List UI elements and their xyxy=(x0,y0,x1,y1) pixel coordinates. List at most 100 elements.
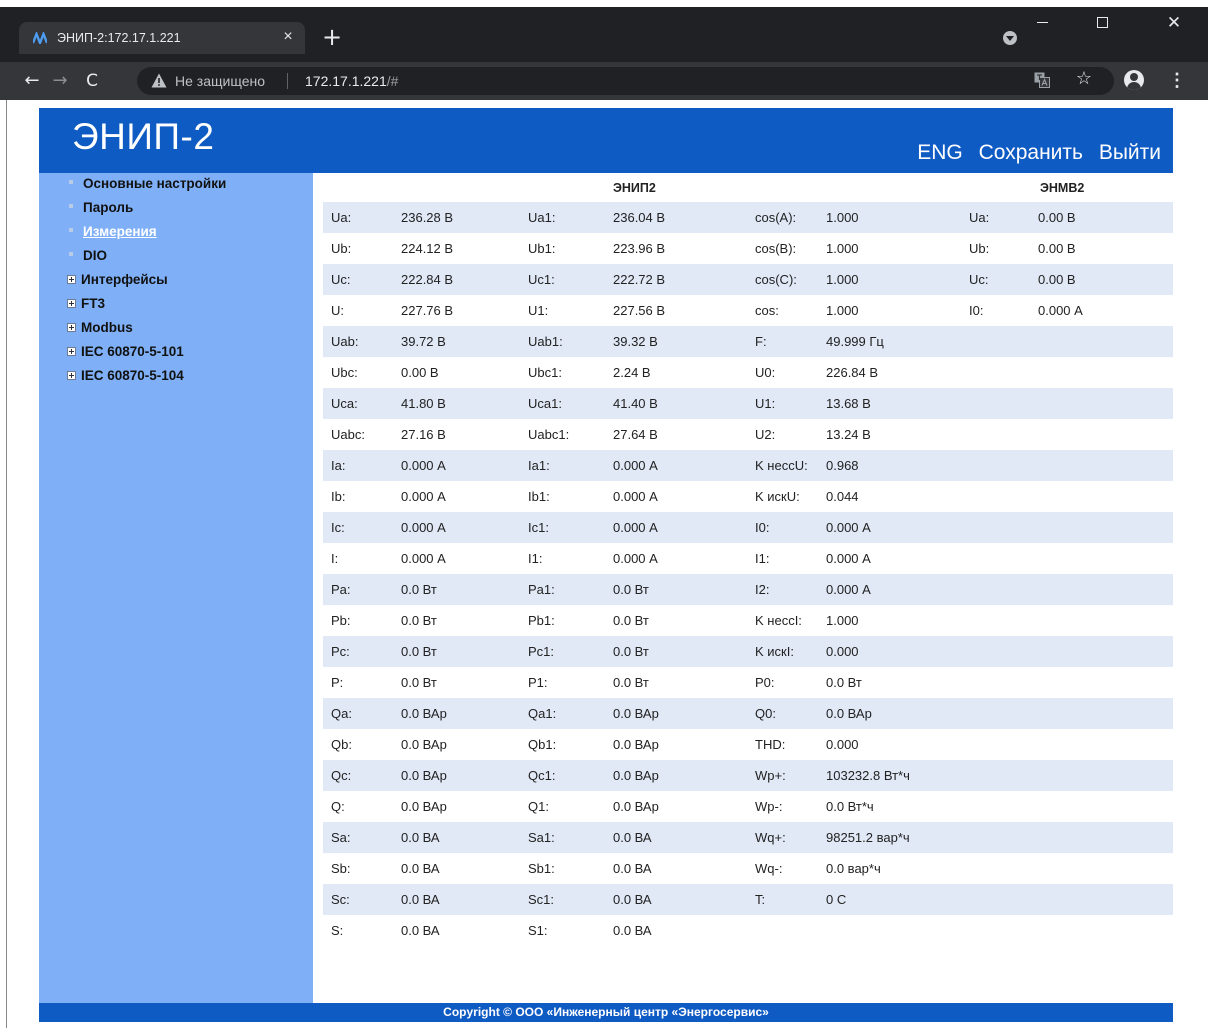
translate-icon[interactable] xyxy=(1034,72,1050,88)
param-value: 0.000 А xyxy=(826,551,871,566)
param-value: 0.0 ВА xyxy=(613,923,652,938)
table-row: Ib: 0.000 А Ib1: 0.000 А K искU: 0.044 xyxy=(323,481,1173,512)
param-label: Qa1: xyxy=(528,706,557,721)
param-value: 0.968 xyxy=(826,458,859,473)
browser-tab[interactable]: ЭНИП-2:172.17.1.221 × xyxy=(19,22,305,54)
table-row: Pa: 0.0 Вт Pa1: 0.0 Вт I2: 0.000 А xyxy=(323,574,1173,605)
address-bar[interactable]: Не защищено 172.17.1.221/# xyxy=(137,67,1114,95)
param-value: 0.00 В xyxy=(1038,210,1076,225)
param-label: Uab: xyxy=(331,334,359,349)
param-label: cos: xyxy=(755,303,779,318)
lang-eng-link[interactable]: ENG xyxy=(917,141,963,164)
back-arrow-icon[interactable]: ← xyxy=(20,69,44,93)
param-value: 0.000 А xyxy=(401,489,446,504)
bullet-icon xyxy=(69,180,73,185)
param-value: 0.000 А xyxy=(613,458,658,473)
expand-plus-icon[interactable] xyxy=(67,275,76,284)
param-label: Ua: xyxy=(969,210,990,225)
param-value: 0.0 Вт xyxy=(401,613,437,628)
measurements-panel: ЭНИП2 ЭНМВ2 Ua: 236.28 В Ua1: 236.04 В cos(A… xyxy=(313,173,1173,1003)
browser-menu-icon[interactable]: ⋮ xyxy=(1168,70,1186,90)
param-label: I: xyxy=(331,551,339,566)
param-value: 227.56 В xyxy=(613,303,666,318)
sidebar-item-interfaces[interactable]: Интерфейсы xyxy=(67,272,168,287)
maximize-button[interactable] xyxy=(1080,10,1124,36)
profile-avatar-icon[interactable] xyxy=(1124,70,1144,90)
sidebar-item-measurements[interactable]: Измерения xyxy=(69,224,157,239)
param-value: 0.0 Вт xyxy=(613,613,649,628)
expand-plus-icon[interactable] xyxy=(67,347,76,356)
sidebar-item-modbus[interactable]: Modbus xyxy=(67,320,133,335)
param-label: Pc: xyxy=(331,644,350,659)
param-value: 0.00 В xyxy=(1038,272,1076,287)
sidebar-item-label: Основные настройки xyxy=(83,176,227,191)
table-row: Ub: 224.12 В Ub1: 223.96 В cos(B): 1.000 Ub: 0.… xyxy=(323,233,1173,264)
sidebar-item-iec-104[interactable]: IEC 60870-5-104 xyxy=(67,368,184,383)
sidebar-item-basic-settings[interactable]: Основные настройки xyxy=(69,176,226,191)
bullet-icon xyxy=(69,228,73,233)
param-value: 49.999 Гц xyxy=(826,334,884,349)
param-label: Sc1: xyxy=(528,892,555,907)
close-window-button[interactable]: ✕ xyxy=(1152,10,1196,36)
param-label: Sa: xyxy=(331,830,351,845)
logout-link[interactable]: Выйти xyxy=(1099,141,1161,164)
param-value: 0.000 А xyxy=(613,520,658,535)
param-label: Ia1: xyxy=(528,458,550,473)
param-label: Sb: xyxy=(331,861,351,876)
sidebar-item-label: Измерения xyxy=(83,224,157,239)
sidebar-item-label: IEC 60870-5-104 xyxy=(81,368,184,383)
table-row: Sc: 0.0 ВА Sc1: 0.0 ВА T: 0 C xyxy=(323,884,1173,915)
new-tab-button[interactable]: + xyxy=(322,25,342,49)
param-value: 224.12 В xyxy=(401,241,454,256)
param-label: U1: xyxy=(528,303,549,318)
table-row: Uc: 222.84 В Uc1: 222.72 В cos(C): 1.000 Uc: 0.… xyxy=(323,264,1173,295)
table-row: U: 227.76 В U1: 227.56 В cos: 1.000 I0: 0.000 А xyxy=(323,295,1173,326)
url-text[interactable]: 172.17.1.221/# xyxy=(305,73,398,89)
param-label: Ib1: xyxy=(528,489,550,504)
table-row: Qb: 0.0 ВАр Qb1: 0.0 ВАр THD: 0.000 xyxy=(323,729,1173,760)
param-value: 1.000 xyxy=(826,303,859,318)
header-links: ENG Сохранить Выйти xyxy=(907,141,1161,165)
param-label: Uca: xyxy=(331,396,358,411)
forward-arrow-icon[interactable]: → xyxy=(48,69,72,93)
minimize-button[interactable] xyxy=(1020,10,1064,36)
table-row: Sb: 0.0 ВА Sb1: 0.0 ВА Wq-: 0.0 вар*ч xyxy=(323,853,1173,884)
param-value: 1.000 xyxy=(826,272,859,287)
reload-icon[interactable]: C xyxy=(80,69,104,93)
not-secure-label[interactable]: Не защищено xyxy=(175,73,265,89)
expand-plus-icon[interactable] xyxy=(67,299,76,308)
table-row: Ia: 0.000 А Ia1: 0.000 А K неccU: 0.968 xyxy=(323,450,1173,481)
bookmark-star-icon[interactable]: ☆ xyxy=(1074,68,1094,90)
param-label: Ic1: xyxy=(528,520,549,535)
sidebar-item-iec-101[interactable]: IEC 60870-5-101 xyxy=(67,344,184,359)
page-footer: Copyright © ООО «Инженерный центр «Энерг… xyxy=(39,1003,1173,1022)
table-row: Pb: 0.0 Вт Pb1: 0.0 Вт K неccI: 1.000 xyxy=(323,605,1173,636)
param-label: Pb1: xyxy=(528,613,555,628)
tab-close-icon[interactable]: × xyxy=(279,28,297,46)
param-value: 0.0 ВА xyxy=(401,861,440,876)
param-label: Pa1: xyxy=(528,582,555,597)
param-label: Ic: xyxy=(331,520,345,535)
sidebar-item-ft3[interactable]: FT3 xyxy=(67,296,105,311)
param-value: 222.72 В xyxy=(613,272,666,287)
param-value: 0.000 А xyxy=(613,489,658,504)
param-value: 41.80 В xyxy=(401,396,446,411)
param-label: Ia: xyxy=(331,458,346,473)
tab-search-icon[interactable] xyxy=(1003,31,1017,45)
param-label: Ib: xyxy=(331,489,346,504)
table-row: Uab: 39.72 В Uab1: 39.32 В F: 49.999 Гц xyxy=(323,326,1173,357)
expand-plus-icon[interactable] xyxy=(67,371,76,380)
param-label: cos(A): xyxy=(755,210,797,225)
param-label: Wq+: xyxy=(755,830,786,845)
param-label: U2: xyxy=(755,427,776,442)
param-value: 0.044 xyxy=(826,489,859,504)
sidebar-item-password[interactable]: Пароль xyxy=(69,200,133,215)
expand-plus-icon[interactable] xyxy=(67,323,76,332)
sidebar-item-dio[interactable]: DIO xyxy=(69,248,107,263)
param-value: 0.0 Вт*ч xyxy=(826,799,874,814)
param-value: 0.000 А xyxy=(401,520,446,535)
save-link[interactable]: Сохранить xyxy=(979,141,1083,164)
param-value: 0.0 Вт xyxy=(613,675,649,690)
param-value: 1.000 xyxy=(826,210,859,225)
warning-icon[interactable] xyxy=(151,73,167,88)
